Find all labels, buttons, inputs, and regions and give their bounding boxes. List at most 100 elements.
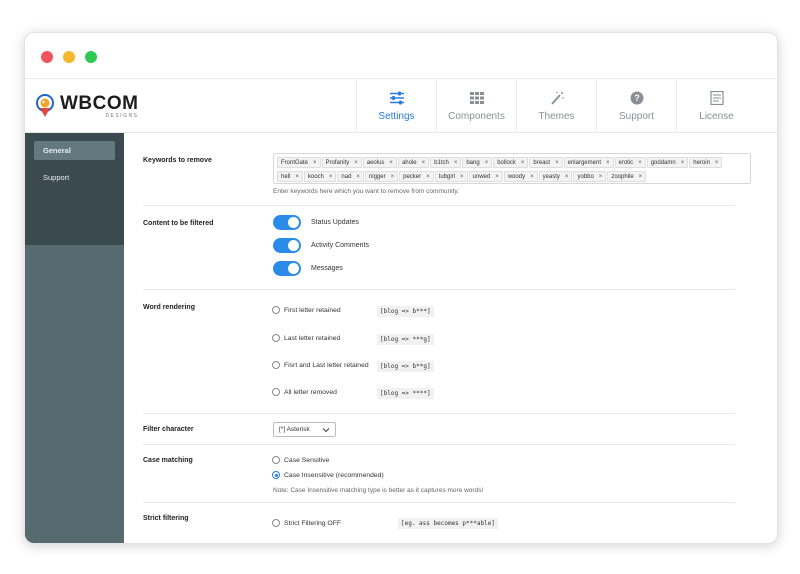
filter-character-select[interactable]: [*] Asterisk xyxy=(273,422,336,437)
last-letter-radio[interactable] xyxy=(272,334,280,342)
minimize-window-button[interactable] xyxy=(63,51,75,63)
strict-filtering-option: Strict Filtering OFF xyxy=(272,519,341,527)
case-matching-section: Case matching Case Sensitive Case Insens… xyxy=(143,445,735,503)
first-letter-radio[interactable] xyxy=(272,306,280,314)
remove-keyword-icon[interactable]: × xyxy=(295,174,299,180)
tab-license[interactable]: License xyxy=(676,79,756,133)
case-insensitive-radio[interactable] xyxy=(272,471,280,479)
remove-keyword-icon[interactable]: × xyxy=(639,174,643,180)
svg-text:?: ? xyxy=(634,93,640,103)
remove-keyword-icon[interactable]: × xyxy=(389,160,393,166)
keyword-text: woody xyxy=(507,173,526,180)
remove-keyword-icon[interactable]: × xyxy=(391,174,395,180)
keyword-tag: bang × xyxy=(462,157,493,168)
keyword-text: yeasty xyxy=(542,173,560,180)
keyword-text: b1tch xyxy=(434,159,449,166)
tab-support[interactable]: ? Support xyxy=(596,79,676,133)
remove-keyword-icon[interactable]: × xyxy=(356,174,360,180)
remove-keyword-icon[interactable]: × xyxy=(354,160,358,166)
keyword-tag: pecker × xyxy=(399,171,434,182)
keyword-text: bollock xyxy=(497,159,516,166)
tab-label: Settings xyxy=(378,110,415,122)
magic-wand-icon xyxy=(550,91,564,105)
tab-label: Themes xyxy=(538,110,575,122)
keywords-input[interactable]: FrontGate × Profanity × aeolus × ahole × b1tch × b… xyxy=(273,153,751,184)
keyword-tag: ahole × xyxy=(397,157,430,168)
remove-keyword-icon[interactable]: × xyxy=(715,160,719,166)
remove-keyword-icon[interactable]: × xyxy=(329,174,333,180)
tab-settings[interactable]: Settings xyxy=(356,79,436,133)
keyword-tag: breast × xyxy=(529,157,563,168)
sidebar-item-general[interactable]: General xyxy=(34,141,115,160)
first-last-letter-radio[interactable] xyxy=(272,361,280,369)
sliders-icon xyxy=(389,91,404,104)
activity-comments-toggle[interactable] xyxy=(273,238,301,253)
remove-keyword-icon[interactable]: × xyxy=(426,174,430,180)
keyword-text: nad xyxy=(341,173,352,180)
keyword-tag: zoophile × xyxy=(607,171,647,182)
keyword-tag: Profanity × xyxy=(321,157,362,168)
keyword-text: pecker xyxy=(403,173,422,180)
case-sensitive-option: Case Sensitive xyxy=(272,456,329,464)
remove-keyword-icon[interactable]: × xyxy=(422,160,426,166)
messages-option: Messages xyxy=(273,261,343,276)
maximize-window-button[interactable] xyxy=(85,51,97,63)
radio-label: Strict Filtering OFF xyxy=(284,519,342,527)
brand-logo: WBCOM DESIGNS xyxy=(34,90,138,122)
logo-icon xyxy=(34,94,56,118)
keyword-text: zoophile xyxy=(611,173,634,180)
brand-name: WBCOM xyxy=(60,92,139,114)
radio-label: All letter removed xyxy=(284,388,337,396)
keyword-text: hell xyxy=(281,173,291,180)
remove-keyword-icon[interactable]: × xyxy=(565,174,569,180)
keyword-tag: heroin × xyxy=(689,157,723,168)
keyword-text: ahole xyxy=(401,159,417,166)
close-window-button[interactable] xyxy=(41,51,53,63)
content-filter-section: Content to be filtered Status Updates Ac… xyxy=(143,206,735,290)
keyword-text: erotic xyxy=(618,159,634,166)
remove-keyword-icon[interactable]: × xyxy=(530,174,534,180)
sidebar-item-support[interactable]: Support xyxy=(34,168,115,187)
keyword-tag: b1tch × xyxy=(430,157,462,168)
tab-themes[interactable]: Themes xyxy=(516,79,596,133)
remove-keyword-icon[interactable]: × xyxy=(555,160,559,166)
messages-toggle[interactable] xyxy=(273,261,301,276)
keyword-text: Profanity xyxy=(325,159,350,166)
content-filter-label: Content to be filtered xyxy=(143,220,214,227)
tab-label: License xyxy=(699,110,734,122)
sidebar: General Support xyxy=(25,133,124,543)
remove-keyword-icon[interactable]: × xyxy=(681,160,685,166)
remove-keyword-icon[interactable]: × xyxy=(521,160,525,166)
toggle-label: Messages xyxy=(311,265,343,272)
strict-filtering-radio[interactable] xyxy=(272,519,280,527)
radio-label: Case Insensitive (recommended) xyxy=(284,471,384,479)
case-matching-note: Note: Case Insensitive matching type is … xyxy=(273,487,484,494)
all-letter-removed-option: All letter removed xyxy=(272,388,337,396)
top-tabs: Settings Components Themes ? Support Lic… xyxy=(356,79,756,133)
strict-filtering-label: Strict filtering xyxy=(143,515,189,522)
case-sensitive-radio[interactable] xyxy=(272,456,280,464)
keyword-tag: woody × xyxy=(503,171,538,182)
strict-filtering-section: Strict filtering Strict Filtering OFF [e… xyxy=(143,503,735,543)
remove-keyword-icon[interactable]: × xyxy=(485,160,489,166)
all-letter-removed-radio[interactable] xyxy=(272,388,280,396)
chevron-down-icon xyxy=(322,428,330,433)
keyword-text: breast xyxy=(533,159,551,166)
remove-keyword-icon[interactable]: × xyxy=(313,160,317,166)
last-letter-option: Last letter retained xyxy=(272,334,340,342)
keyword-tag: erotic × xyxy=(614,157,646,168)
keyword-tag: tubgirl × xyxy=(434,171,468,182)
status-updates-toggle[interactable] xyxy=(273,215,301,230)
remove-keyword-icon[interactable]: × xyxy=(606,160,610,166)
remove-keyword-icon[interactable]: × xyxy=(460,174,464,180)
remove-keyword-icon[interactable]: × xyxy=(495,174,499,180)
keyword-text: kooch xyxy=(307,173,324,180)
tab-components[interactable]: Components xyxy=(436,79,516,133)
status-updates-option: Status Updates xyxy=(273,215,359,230)
remove-keyword-icon[interactable]: × xyxy=(638,160,642,166)
filter-character-label: Filter character xyxy=(143,426,194,433)
remove-keyword-icon[interactable]: × xyxy=(454,160,458,166)
remove-keyword-icon[interactable]: × xyxy=(599,174,603,180)
first-last-letter-example: [blog => b**g] xyxy=(377,361,434,372)
question-icon: ? xyxy=(630,91,643,104)
